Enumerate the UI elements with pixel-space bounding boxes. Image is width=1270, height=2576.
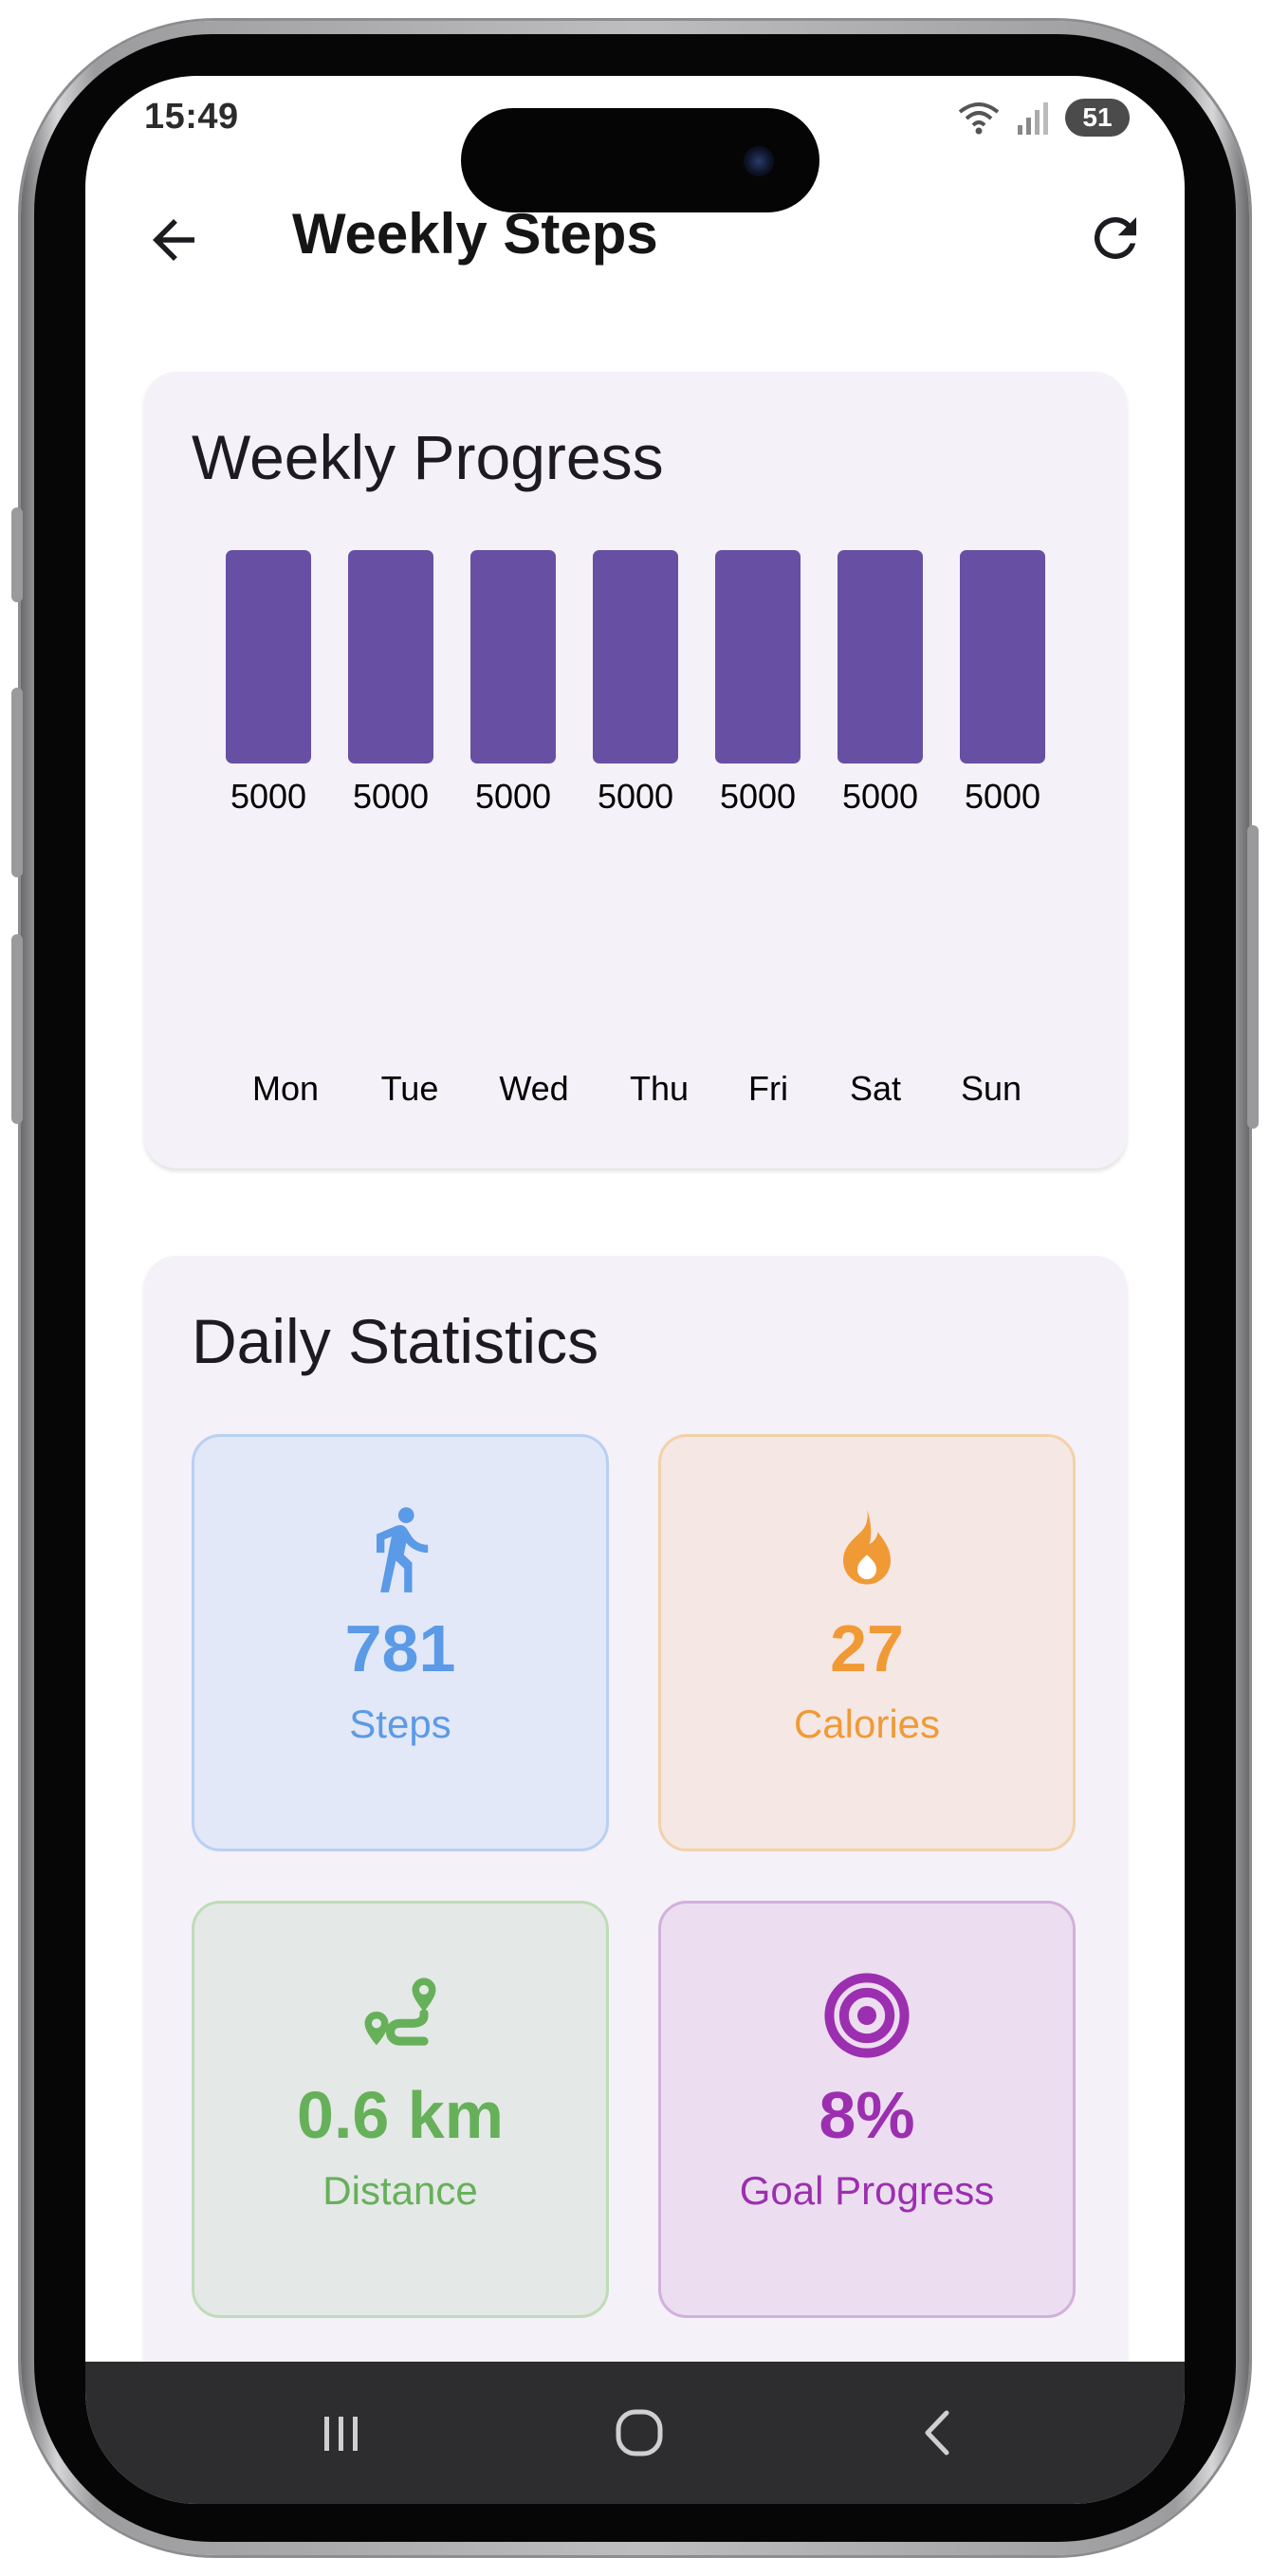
distance-label: Distance — [322, 2168, 478, 2213]
bar-value-label: 5000 — [598, 777, 673, 816]
back-nav-icon[interactable] — [901, 2400, 977, 2466]
target-icon — [824, 1973, 910, 2058]
bar-value-label: 5000 — [353, 777, 429, 816]
x-tick-label: Sat — [850, 1069, 901, 1108]
steps-tile: 781 Steps — [192, 1434, 609, 1851]
status-time: 15:49 — [144, 97, 239, 137]
home-icon[interactable] — [598, 2400, 673, 2466]
goal-progress-value: 8% — [819, 2078, 915, 2152]
bar-thu — [593, 550, 678, 764]
daily-statistics-card: Daily Statistics 781 Steps 27 Calories 0… — [144, 1256, 1127, 2432]
steps-value: 781 — [344, 1611, 456, 1685]
x-tick-label: Wed — [499, 1069, 568, 1108]
flame-icon — [843, 1509, 891, 1585]
walking-icon — [377, 1507, 429, 1592]
bar-mon — [226, 550, 311, 764]
recent-apps-icon[interactable] — [304, 2400, 379, 2466]
distance-tile: 0.6 km Distance — [192, 1901, 609, 2318]
system-navigation-bar — [85, 2362, 1185, 2504]
bar-sat — [837, 550, 923, 764]
page-title: Weekly Steps — [292, 202, 658, 266]
weekly-progress-card: Weekly Progress 5000 Mon 5000 Tue 5000 Wed 500… — [144, 372, 1127, 1168]
bar-wed — [470, 550, 556, 764]
refresh-icon[interactable] — [1084, 207, 1147, 269]
distance-value: 0.6 km — [297, 2078, 504, 2152]
status-icons: 51 — [957, 97, 1130, 138]
calories-tile: 27 Calories — [658, 1434, 1076, 1851]
x-tick-label: Fri — [748, 1069, 788, 1108]
bar-value-label: 5000 — [965, 777, 1040, 816]
screen: 15:49 51 Weekly Steps Weekly Progress 50… — [85, 76, 1185, 2504]
battery-indicator: 51 — [1065, 99, 1130, 137]
weekly-steps-chart: 5000 Mon 5000 Tue 5000 Wed 5000 Thu 5000 Fri 5000 S… — [226, 550, 1045, 1108]
x-tick-label: Mon — [252, 1069, 319, 1108]
bar-value-label: 5000 — [475, 777, 551, 816]
goal-progress-label: Goal Progress — [739, 2168, 995, 2213]
goal-progress-tile: 8% Goal Progress — [658, 1901, 1076, 2318]
action-button — [11, 507, 23, 602]
bar-value-label: 5000 — [230, 777, 306, 816]
bar-value-label: 5000 — [842, 777, 918, 816]
bar-value-label: 5000 — [720, 777, 796, 816]
calories-value: 27 — [830, 1611, 904, 1685]
bar-tue — [348, 550, 433, 764]
signal-icon — [1018, 102, 1048, 135]
volume-down-button — [11, 934, 23, 1124]
daily-statistics-title: Daily Statistics — [192, 1306, 599, 1376]
bar-sun — [960, 550, 1045, 764]
calories-label: Calories — [793, 1702, 941, 1746]
x-tick-label: Tue — [381, 1069, 439, 1108]
volume-up-button — [11, 688, 23, 877]
x-tick-label: Sun — [961, 1069, 1022, 1108]
power-button — [1247, 825, 1259, 1129]
front-camera — [744, 146, 774, 176]
steps-label: Steps — [349, 1702, 451, 1746]
dynamic-island — [461, 108, 819, 212]
route-icon — [364, 1978, 436, 2046]
x-tick-label: Thu — [630, 1069, 689, 1108]
bar-fri — [715, 550, 801, 764]
back-arrow-icon[interactable] — [142, 209, 205, 271]
wifi-icon — [958, 102, 1000, 135]
